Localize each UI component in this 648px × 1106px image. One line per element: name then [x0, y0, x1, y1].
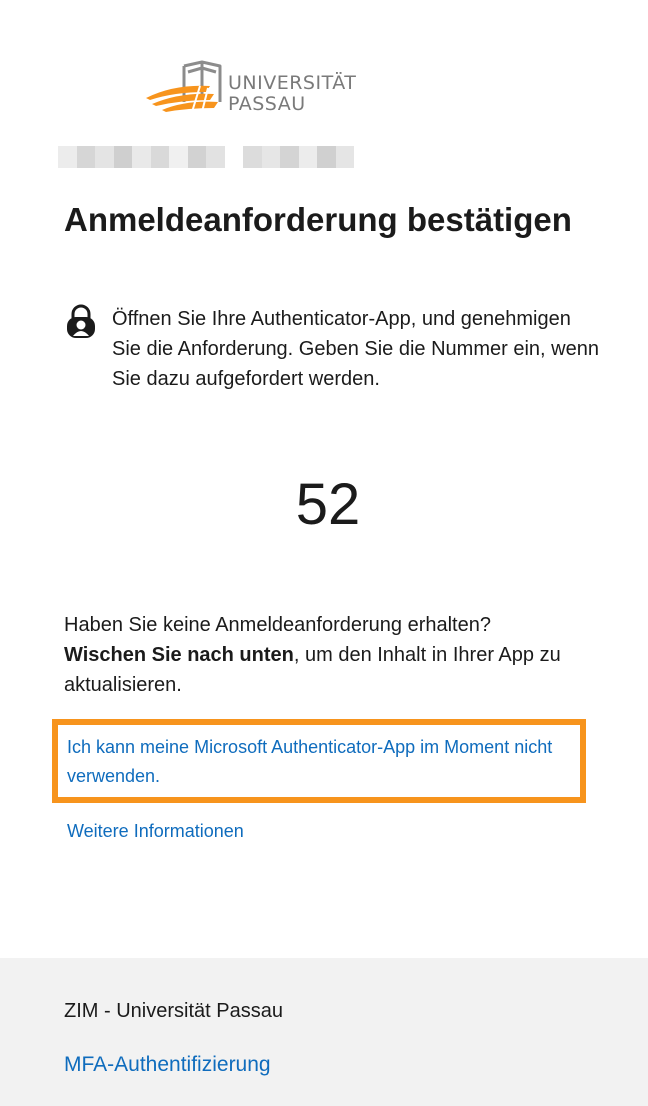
cant-use-authenticator-link[interactable]: Ich kann meine Microsoft Authenticator-A… [67, 733, 567, 791]
swipe-down-hint: Wischen Sie nach unten [64, 644, 294, 666]
instruction-text: Öffnen Sie Ihre Authenticator-App, und g… [112, 308, 599, 390]
logo-text-line2: PASSAU [228, 93, 306, 115]
no-request-question: Haben Sie keine Anmeldeanforderung erhal… [64, 614, 491, 636]
mfa-authentication-link[interactable]: MFA-Authentifizierung [64, 1050, 271, 1080]
footer: ZIM - Universität Passau MFA-Authentifiz… [0, 958, 648, 1106]
page-title: Anmeldeanforderung bestätigen [64, 201, 572, 238]
lock-person-icon [64, 304, 98, 340]
approval-number: 52 [295, 472, 361, 537]
university-logo: UNIVERSITÄT PASSAU [144, 58, 364, 120]
no-request-help: Haben Sie keine Anmeldeanforderung erhal… [64, 610, 604, 700]
footer-org-name: ZIM - Universität Passau [64, 1000, 283, 1022]
logo-text-line1: UNIVERSITÄT [228, 72, 357, 94]
more-info-link[interactable]: Weitere Informationen [67, 818, 244, 844]
account-name-redacted [58, 146, 354, 168]
